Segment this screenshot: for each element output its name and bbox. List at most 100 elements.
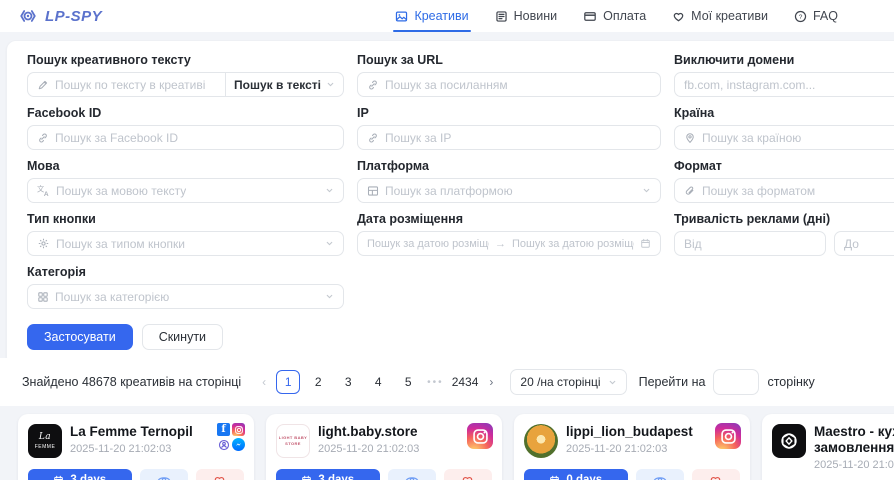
card-title[interactable]: light.baby.store (318, 424, 419, 440)
date-range-picker[interactable]: Пошук за датою розміщення → Пошук за дат… (357, 231, 661, 256)
prev-page-button[interactable]: ‹ (255, 375, 273, 389)
input-placeholder: Пошук за Facebook ID (55, 131, 178, 145)
page-size-select[interactable]: 20 /на сторінці (510, 369, 626, 395)
card-date: 2025-11-20 21:02:03 (566, 443, 693, 455)
page-button-4[interactable]: 4 (366, 370, 390, 394)
ip-input[interactable]: Пошук за IP (357, 125, 661, 150)
pagination-ellipsis[interactable]: ••• (427, 377, 444, 388)
creative-cards-row: LaFEMME La Femme Ternopil 2025-11-20 21:… (18, 414, 894, 480)
field-label: Дата розміщення (357, 212, 661, 226)
creative-text-input[interactable]: Пошук по тексту в креативі (27, 72, 226, 97)
next-page-button[interactable]: › (482, 375, 500, 389)
nav-tab-payment[interactable]: Оплата (583, 0, 646, 32)
page-button-5[interactable]: 5 (396, 370, 420, 394)
card-title[interactable]: Maestro - кухні, меблі на замовлення в У… (814, 424, 894, 456)
avatar (772, 424, 806, 458)
exclude-domains-input[interactable]: fb.com, instagram.com... (674, 72, 894, 97)
facebook-id-input[interactable]: Пошук за Facebook ID (27, 125, 344, 150)
filter-platform: Платформа Пошук за платформою (357, 159, 661, 203)
creative-card[interactable]: lippi_lion_budapest 2025-11-20 21:02:03 … (514, 414, 750, 480)
svg-text:A: A (44, 191, 49, 197)
avatar (524, 424, 558, 458)
apply-button[interactable]: Застосувати (27, 324, 133, 350)
network-icons: f (217, 423, 245, 451)
input-placeholder: Пошук по тексту в креативі (55, 78, 205, 92)
question-icon: ? (794, 10, 807, 23)
nav-tab-creatives[interactable]: Креативи (395, 0, 468, 32)
days-active-button[interactable]: 3 days (28, 469, 132, 480)
network-icons (715, 423, 741, 449)
platform-select[interactable]: Пошук за платформою (357, 178, 661, 203)
news-icon (495, 10, 508, 23)
category-grid-icon (37, 291, 49, 303)
filter-facebook-id: Facebook ID Пошук за Facebook ID (27, 106, 344, 150)
duration-from-input[interactable]: Від (674, 231, 826, 256)
view-button[interactable] (636, 469, 684, 480)
field-label: Виключити домени (674, 53, 894, 67)
input-placeholder: Пошук за посиланням (385, 78, 508, 92)
nav-tab-news[interactable]: Новини (495, 0, 558, 32)
filter-format: Формат Пошук за форматом (674, 159, 894, 203)
card-title[interactable]: lippi_lion_budapest (566, 424, 693, 440)
creative-card[interactable]: LIGHT BABYSTORE light.baby.store 2025-11… (266, 414, 502, 480)
page-button-3[interactable]: 3 (336, 370, 360, 394)
goto-page-control: Перейти на сторінку (639, 369, 815, 395)
avatar: LaFEMME (28, 424, 62, 458)
nav-tab-my-creatives[interactable]: Мої креативи (672, 0, 768, 32)
page-button-last[interactable]: 2434 (451, 370, 480, 394)
field-label: Пошук за URL (357, 53, 661, 67)
format-input[interactable]: Пошук за форматом (674, 178, 894, 203)
creative-card[interactable]: LaFEMME La Femme Ternopil 2025-11-20 21:… (18, 414, 254, 480)
date-to-placeholder: Пошук за датою розміщення (512, 238, 634, 250)
language-select[interactable]: 文 A Пошук за мовою тексту (27, 178, 344, 203)
translate-icon: 文 A (37, 184, 50, 197)
input-placeholder: Пошук за платформою (385, 184, 513, 198)
nav-tab-faq[interactable]: ? FAQ (794, 0, 838, 32)
view-button[interactable] (388, 469, 436, 480)
filter-placement-date: Дата розміщення Пошук за датою розміщенн… (357, 212, 661, 256)
goto-suffix: сторінку (767, 375, 814, 389)
date-from-placeholder: Пошук за датою розміщення (367, 238, 489, 250)
top-header: LP-SPY Креативи Новини (0, 0, 894, 32)
favorite-button[interactable] (444, 469, 492, 480)
days-label: 0 days (566, 474, 602, 480)
card-date: 2025-11-20 21:02:03 (318, 443, 419, 455)
page-button-1[interactable]: 1 (276, 370, 300, 394)
field-label: Тривалість реклами (дні) (674, 212, 894, 226)
instagram-icon (715, 423, 741, 449)
field-label: Платформа (357, 159, 661, 173)
reset-button[interactable]: Скинути (142, 324, 223, 350)
input-placeholder: Пошук за форматом (702, 184, 815, 198)
days-active-button[interactable]: 3 days (276, 469, 380, 480)
chevron-down-icon (325, 239, 334, 248)
field-label: Тип кнопки (27, 212, 344, 226)
country-input[interactable]: Пошук за країною (674, 125, 894, 150)
pencil-icon (37, 79, 49, 91)
category-select[interactable]: Пошук за категорією (27, 284, 344, 309)
field-label: Пошук креативного тексту (27, 53, 344, 67)
goto-page-input[interactable] (713, 369, 759, 395)
filter-country: Країна Пошук за країною (674, 106, 894, 150)
favorite-button[interactable] (196, 469, 244, 480)
url-input[interactable]: Пошук за посиланням (357, 72, 661, 97)
network-icons (467, 423, 493, 449)
messenger-icon (232, 438, 245, 451)
text-search-mode-select[interactable]: Пошук в тексті (226, 72, 344, 97)
card-icon (583, 10, 597, 23)
favorite-button[interactable] (692, 469, 740, 480)
page-button-2[interactable]: 2 (306, 370, 330, 394)
duration-to-input[interactable]: До (834, 231, 894, 256)
field-label: Категорія (27, 265, 344, 279)
input-placeholder: Пошук за категорією (55, 290, 169, 304)
filter-url: Пошук за URL Пошук за посиланням (357, 53, 661, 97)
brand-logo[interactable]: LP-SPY (18, 7, 102, 25)
chevron-down-icon (608, 378, 617, 387)
view-button[interactable] (140, 469, 188, 480)
button-type-select[interactable]: Пошук за типом кнопки (27, 231, 344, 256)
heart-icon (672, 10, 685, 23)
input-placeholder: Від (684, 237, 702, 251)
card-title[interactable]: La Femme Ternopil (70, 424, 193, 440)
days-active-button[interactable]: 0 days (524, 469, 628, 480)
creative-card[interactable]: Maestro - кухні, меблі на замовлення в У… (762, 414, 894, 480)
filter-language: Мова 文 A Пошук за мовою тексту (27, 159, 344, 203)
